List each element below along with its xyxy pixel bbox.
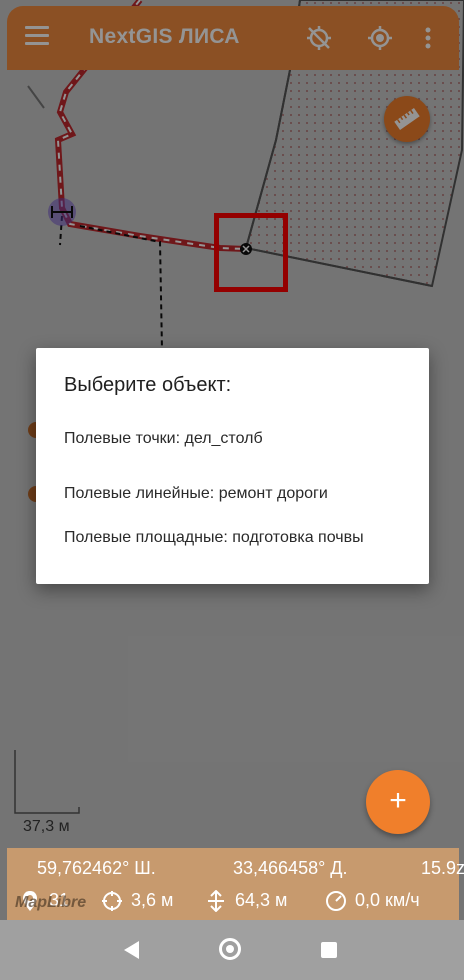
screen: NextGIS ЛИСА Выберите объект: Полевые то… <box>0 0 464 980</box>
back-icon[interactable] <box>124 941 139 959</box>
altitude-icon <box>205 889 227 913</box>
accuracy-icon <box>101 890 123 912</box>
accuracy-value: 3,6 м <box>131 890 174 910</box>
dialog-option-points[interactable]: Полевые точки: дел_столб <box>64 428 404 450</box>
select-object-dialog: Выберите объект: Полевые точки: дел_стол… <box>36 348 429 584</box>
latitude: 59,762462° Ш. <box>37 858 156 878</box>
add-feature-button[interactable]: + <box>366 770 430 834</box>
speed-value: 0,0 км/ч <box>355 890 420 910</box>
zoom-level: 15.9z <box>421 858 464 878</box>
maplibre-attribution[interactable]: MapLibre <box>15 894 86 912</box>
home-icon[interactable] <box>219 938 241 960</box>
scale-bar <box>14 750 80 814</box>
dialog-option-polygons[interactable]: Полевые площадные: подготовка почвы <box>64 527 404 549</box>
dialog-option-lines[interactable]: Полевые линейные: ремонт дороги <box>64 483 404 505</box>
longitude: 33,466458° Д. <box>233 858 348 878</box>
recent-apps-icon[interactable] <box>321 942 337 958</box>
altitude-value: 64,3 м <box>235 890 288 910</box>
system-nav-bar <box>0 920 464 980</box>
speed-icon <box>325 890 347 912</box>
plus-icon: + <box>389 784 407 817</box>
dialog-title: Выберите объект: <box>64 374 232 396</box>
scale-label: 37,3 м <box>23 818 70 835</box>
status-panel: 59,762462° Ш. 33,466458° Д. 15.9z 31 3,6… <box>7 848 464 920</box>
